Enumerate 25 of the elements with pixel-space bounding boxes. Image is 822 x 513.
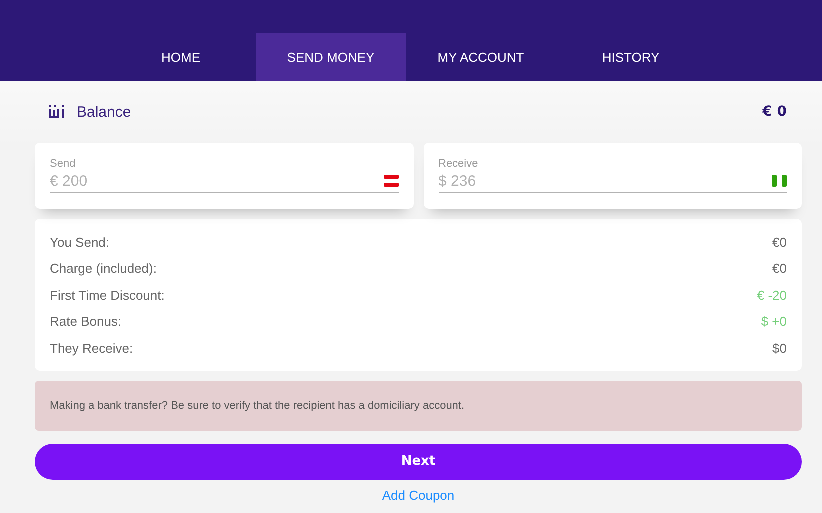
balance-amount: € 0 [762, 104, 787, 120]
flag-icon [772, 175, 787, 187]
summary-label: First Time Discount: [50, 288, 165, 303]
nav-tab[interactable]: HOME [106, 33, 256, 81]
summary-value: $ +0 [761, 314, 787, 330]
flag-icon [384, 175, 398, 187]
summary-label: You Send: [50, 234, 110, 250]
notice-message: Making a bank transfer? Be sure to verify that the recipient has a domiciliary account. [35, 380, 802, 430]
summary-label: Rate Bonus: [50, 314, 122, 330]
summary-value: €0 [772, 261, 787, 276]
logo-icon [49, 105, 65, 119]
nav-tab[interactable]: SEND MONEY [256, 33, 406, 81]
next-button[interactable]: Next [35, 444, 802, 480]
summary-label: They Receive: [50, 340, 134, 356]
summary-value: $0 [772, 340, 787, 356]
summary-value: € -20 [757, 288, 787, 303]
summary-value: €0 [772, 234, 787, 250]
amount-field[interactable]: € 200 [50, 172, 384, 190]
nav-tab[interactable]: MY ACCOUNT [406, 33, 556, 81]
field-label: Receive [438, 158, 480, 170]
summary-label: Charge (included): [50, 261, 157, 276]
nav-tab[interactable]: HISTORY [556, 33, 706, 81]
field-label: Send [50, 158, 77, 170]
amount-field[interactable]: $ 236 [438, 172, 772, 190]
balance-label: Balance [77, 104, 132, 120]
